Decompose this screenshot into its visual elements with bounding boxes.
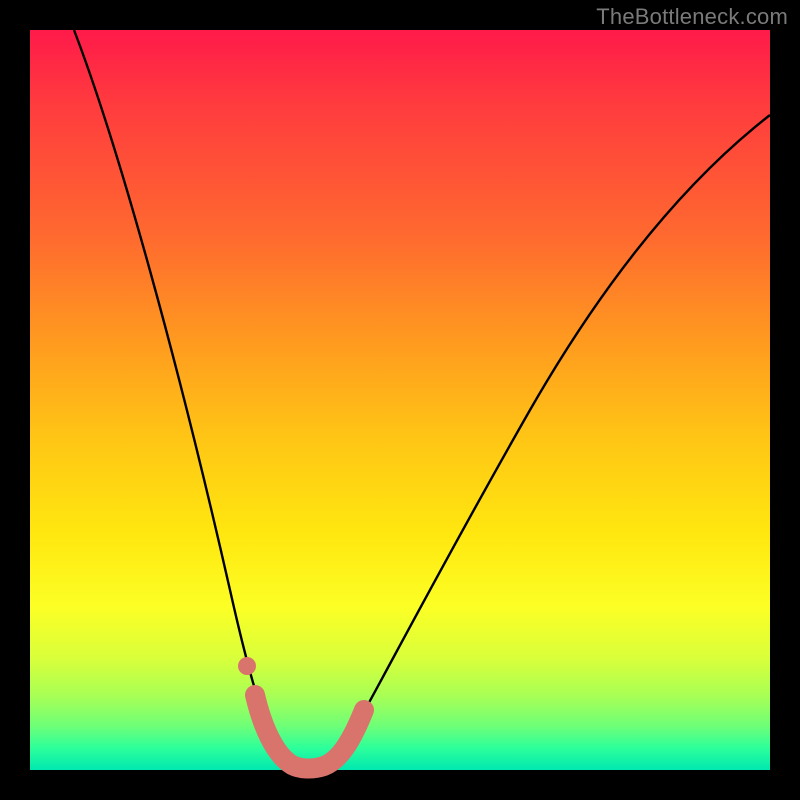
bottleneck-curve — [74, 30, 770, 768]
curve-layer — [30, 30, 770, 770]
chart-frame: TheBottleneck.com — [0, 0, 800, 800]
watermark-text: TheBottleneck.com — [596, 4, 788, 30]
plot-area — [30, 30, 770, 770]
highlight-dot — [238, 657, 256, 675]
highlight-band — [255, 695, 364, 769]
